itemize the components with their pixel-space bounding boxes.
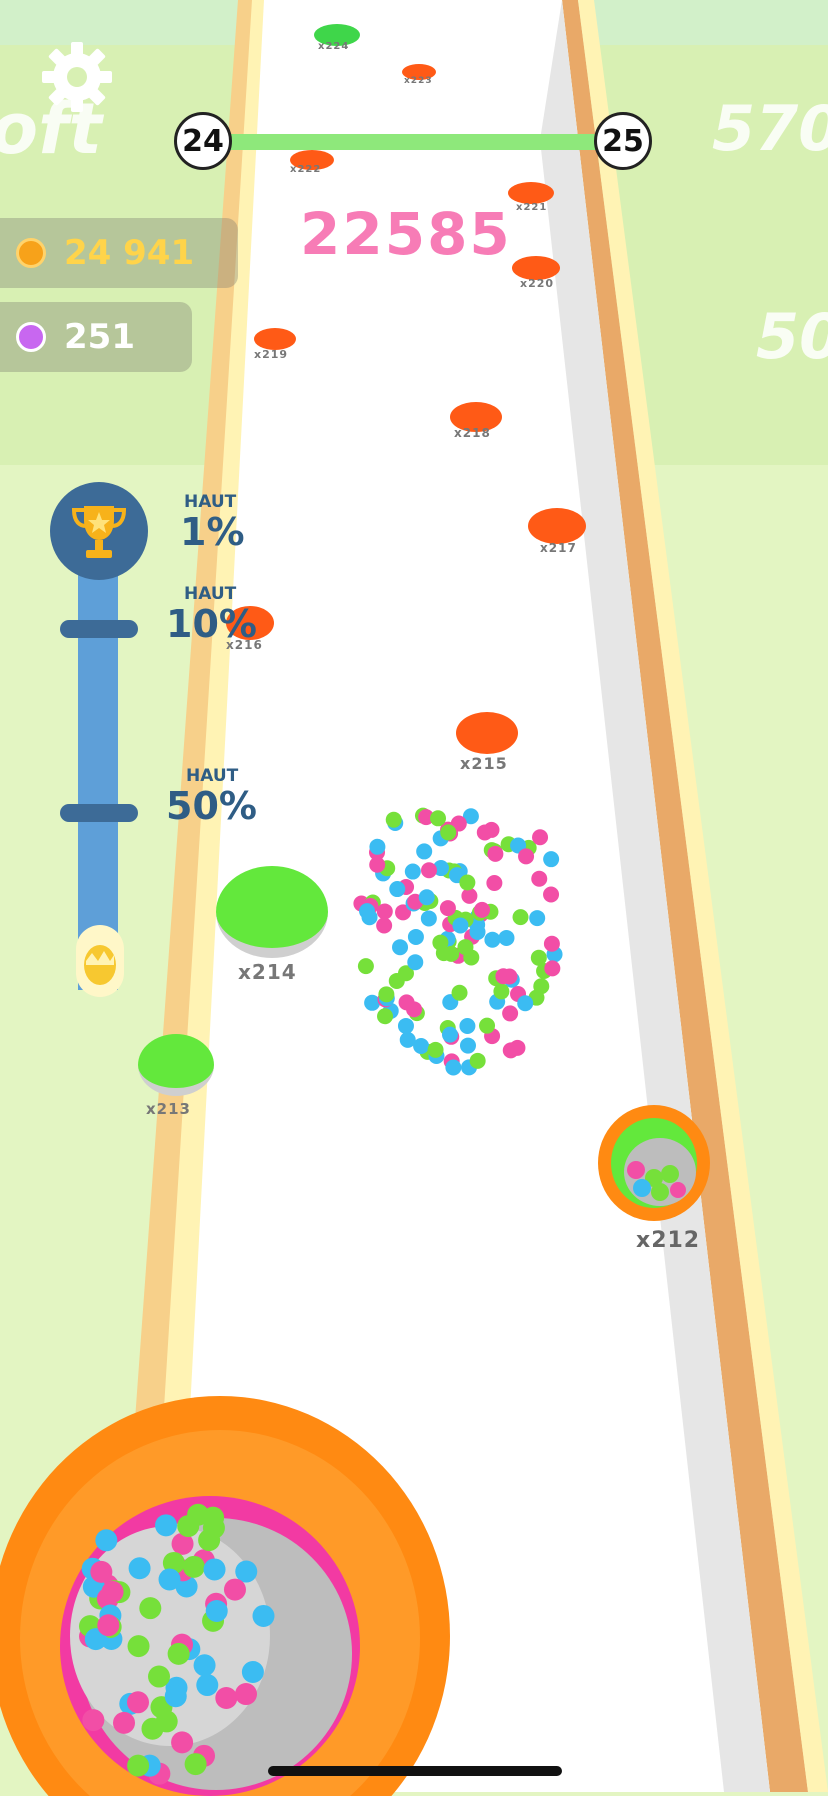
ball [167, 1642, 190, 1665]
ball [196, 1674, 219, 1697]
ball [215, 1687, 238, 1710]
ball [202, 1506, 225, 1529]
score-counter: 22585 [300, 200, 512, 268]
player-position-marker [76, 925, 124, 997]
ball [139, 1597, 162, 1620]
ball [155, 1710, 178, 1733]
coin-counter: 24 941 [0, 218, 238, 288]
ball [184, 1753, 207, 1776]
trophy-icon [71, 506, 127, 558]
ball [177, 1515, 200, 1538]
rank-label-50: HAUT [186, 766, 239, 786]
gem-value: 251 [64, 317, 135, 357]
ball [205, 1599, 228, 1622]
coin-value: 24 941 [64, 233, 195, 273]
ball [171, 1731, 194, 1754]
ball [95, 1529, 118, 1552]
ball [90, 1560, 113, 1583]
ball [101, 1580, 124, 1603]
ball [128, 1557, 151, 1580]
ball [223, 1578, 246, 1601]
level-progress: 24 25 [170, 112, 658, 176]
ball [127, 1754, 150, 1777]
ball [203, 1558, 226, 1581]
ball [127, 1635, 150, 1658]
trophy-badge [50, 482, 148, 580]
ball [182, 1555, 205, 1578]
ball [241, 1660, 264, 1683]
current-level-badge: 24 [174, 112, 232, 170]
ball [155, 1514, 178, 1537]
next-level-badge: 25 [594, 112, 652, 170]
rank-label-10: HAUT [184, 584, 237, 604]
rank-pct-1: 1% [180, 510, 245, 554]
ball [127, 1691, 150, 1714]
gear-icon[interactable] [40, 40, 114, 114]
rank-tick-10 [60, 620, 138, 638]
home-indicator[interactable] [268, 1766, 562, 1776]
ball [148, 1665, 171, 1688]
ball [252, 1604, 275, 1627]
ball [113, 1711, 136, 1734]
gem-icon [16, 322, 46, 352]
coin-icon [16, 238, 46, 268]
ball [235, 1683, 258, 1706]
ball [82, 1709, 105, 1732]
gem-counter: 251 [0, 302, 192, 372]
rank-pct-50: 50% [166, 784, 257, 828]
ball [164, 1685, 187, 1708]
rank-pct-10: 10% [166, 602, 257, 646]
ball [193, 1654, 216, 1677]
rank-tick-50 [60, 804, 138, 822]
egg-icon [84, 945, 116, 985]
ball [158, 1568, 181, 1591]
ball [97, 1614, 120, 1637]
level-progress-bar [228, 134, 600, 150]
rank-label-1: HAUT [184, 492, 237, 512]
ball [198, 1529, 221, 1552]
